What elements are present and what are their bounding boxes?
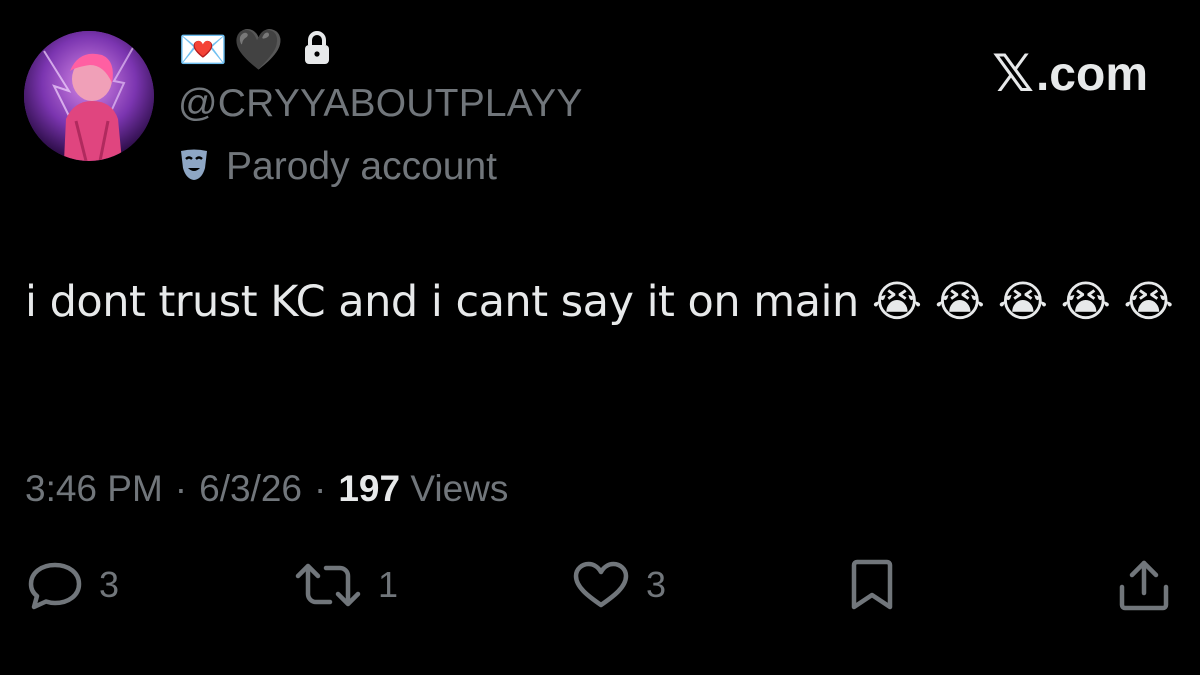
views-label: Views	[410, 468, 509, 509]
views-count: 197	[338, 468, 401, 509]
heart-icon	[570, 559, 632, 611]
tweet-meta: 3:46 PM · 6/3/26 · 197 Views	[25, 468, 508, 510]
tweet-time[interactable]: 3:46 PM	[25, 468, 163, 510]
repost-count: 1	[378, 564, 399, 605]
bookmark-button[interactable]	[848, 555, 896, 615]
like-button[interactable]: 3	[570, 555, 666, 615]
reply-button[interactable]: 3	[25, 555, 119, 615]
like-count: 3	[646, 564, 667, 605]
bookmark-icon	[848, 558, 896, 612]
parody-badge: Parody account	[178, 142, 497, 192]
views-stat[interactable]: 197 Views	[338, 468, 508, 510]
user-handle[interactable]: @CRYYABOUTPLAYY	[178, 82, 583, 126]
theater-mask-icon	[178, 148, 210, 187]
share-icon	[1116, 557, 1172, 613]
avatar-image	[24, 31, 154, 161]
x-logo-icon: 𝕏	[992, 45, 1034, 103]
lock-icon	[302, 30, 332, 71]
repost-icon	[292, 560, 364, 610]
share-button[interactable]	[1116, 555, 1172, 615]
brand-domain: .com	[1035, 47, 1148, 101]
reply-icon	[25, 559, 85, 611]
repost-button[interactable]: 1	[292, 555, 398, 615]
meta-separator: ·	[314, 468, 327, 509]
tweet-text: i dont trust KC and i cant say it on mai…	[25, 277, 1174, 327]
display-name[interactable]: 💌 🖤	[178, 24, 332, 76]
avatar[interactable]	[24, 31, 154, 161]
tweet-date[interactable]: 6/3/26	[199, 468, 302, 510]
x-com-logo: 𝕏 .com	[992, 44, 1148, 104]
reply-count: 3	[99, 564, 120, 605]
love-letter-emoji: 💌	[178, 28, 228, 72]
parody-label: Parody account	[226, 145, 498, 188]
meta-separator: ·	[174, 468, 188, 509]
action-bar: 3 1 3	[0, 555, 1200, 615]
black-heart-emoji: 🖤	[233, 28, 284, 72]
